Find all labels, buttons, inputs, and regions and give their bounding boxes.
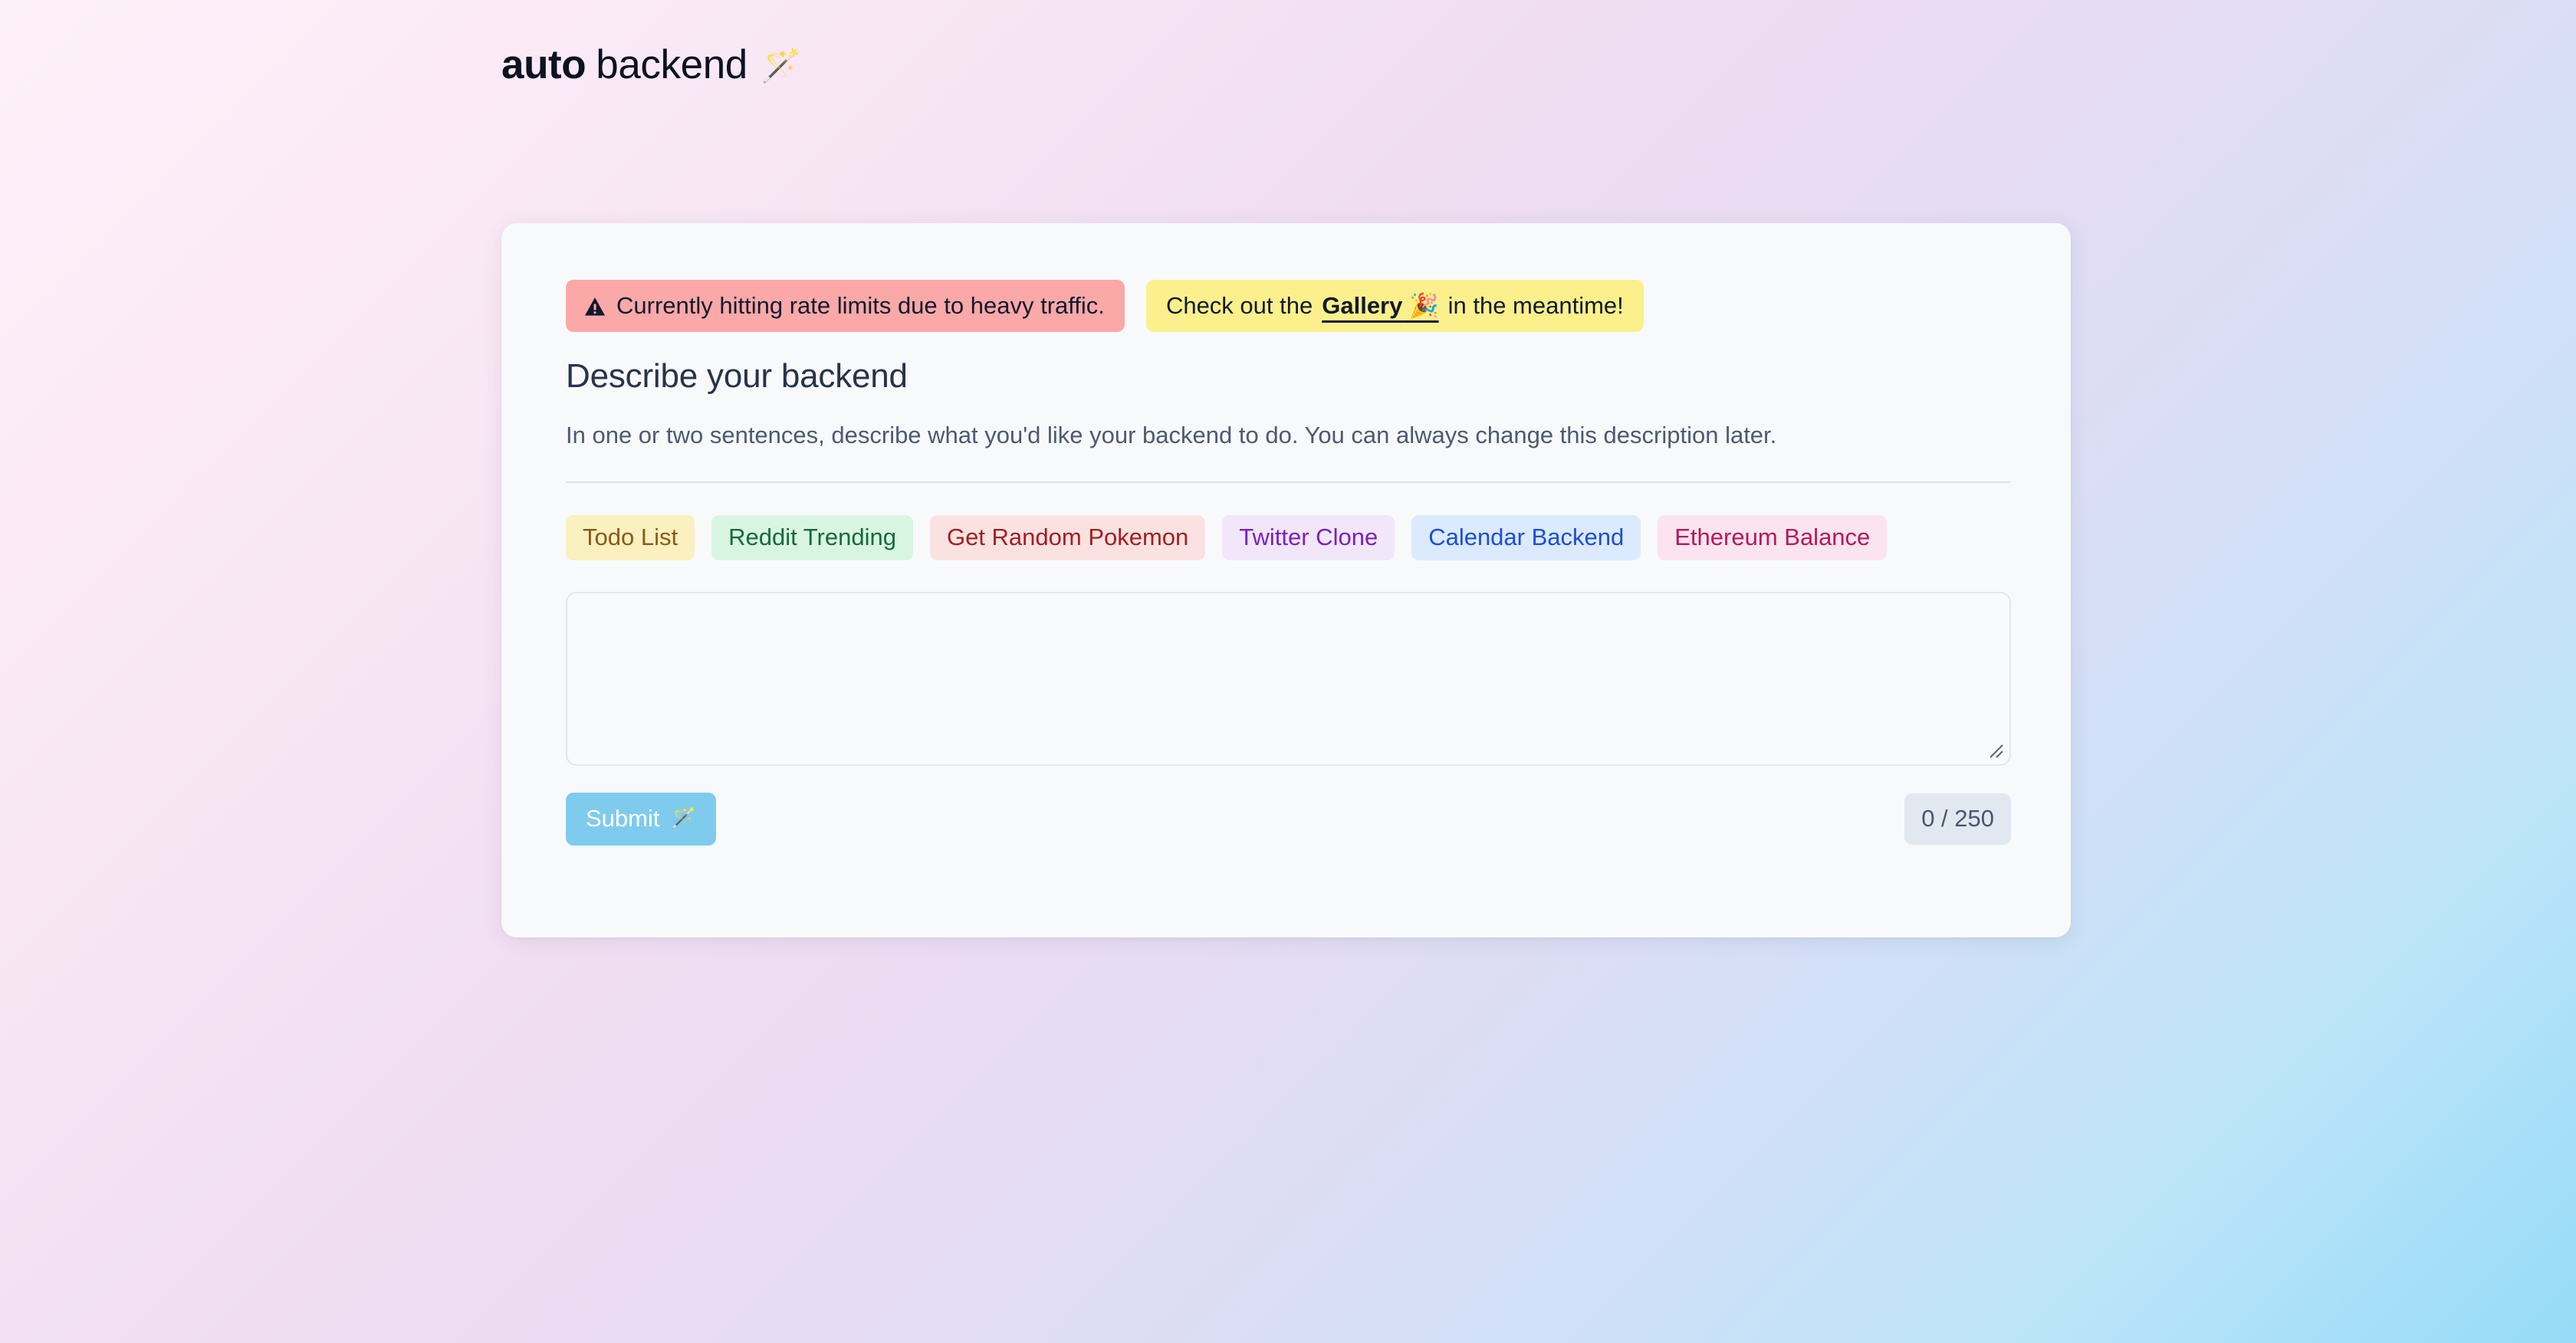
magic-wand-icon: 🪄 [670,806,697,829]
gallery-banner-suffix: in the meantime! [1447,292,1624,319]
warning-triangle-icon [584,297,606,316]
magic-wand-icon: 🪄 [761,48,801,84]
page-title: Describe your backend [566,357,908,395]
party-popper-icon: 🎉 [1408,292,1439,319]
gallery-banner-prefix: Check out the [1165,292,1313,319]
example-chip[interactable]: Calendar Backend [1411,514,1641,560]
describe-backend-card: Currently hitting rate limits due to hea… [501,223,2071,937]
gallery-link[interactable]: Gallery 🎉 [1322,294,1438,317]
app-root: auto backend 🪄 Currently hitting rate li… [0,0,2576,1343]
rate-limit-banner-text: Currently hitting rate limits due to hea… [616,292,1105,319]
gallery-banner: Check out the Gallery 🎉 in the meantime! [1145,280,1644,332]
description-input[interactable] [566,591,2011,766]
divider [566,481,2011,483]
page-subtitle: In one or two sentences, describe what y… [566,421,1777,448]
example-chip[interactable]: Ethereum Balance [1658,514,1888,560]
form-footer: Submit 🪄 0 / 250 [566,792,2011,846]
brand-title: auto backend 🪄 [501,42,801,89]
brand-word-backend: backend [596,42,748,87]
banner-row: Currently hitting rate limits due to hea… [566,280,2011,332]
card-content: Currently hitting rate limits due to hea… [566,280,2011,846]
brand-word-auto: auto [501,42,586,87]
rate-limit-banner: Currently hitting rate limits due to hea… [566,280,1125,332]
description-textarea-wrap [566,591,2011,766]
example-chip-list: Todo List Reddit Trending Get Random Pokem… [566,514,2011,560]
example-chip[interactable]: Get Random Pokemon [929,514,1206,560]
submit-button-label: Submit [586,804,660,832]
example-chip[interactable]: Reddit Trending [711,514,913,560]
character-counter: 0 / 250 [1904,793,2011,845]
submit-button[interactable]: Submit 🪄 [566,792,717,846]
example-chip[interactable]: Twitter Clone [1222,514,1395,560]
example-chip[interactable]: Todo List [566,514,695,560]
gallery-link-label: Gallery [1322,292,1403,319]
